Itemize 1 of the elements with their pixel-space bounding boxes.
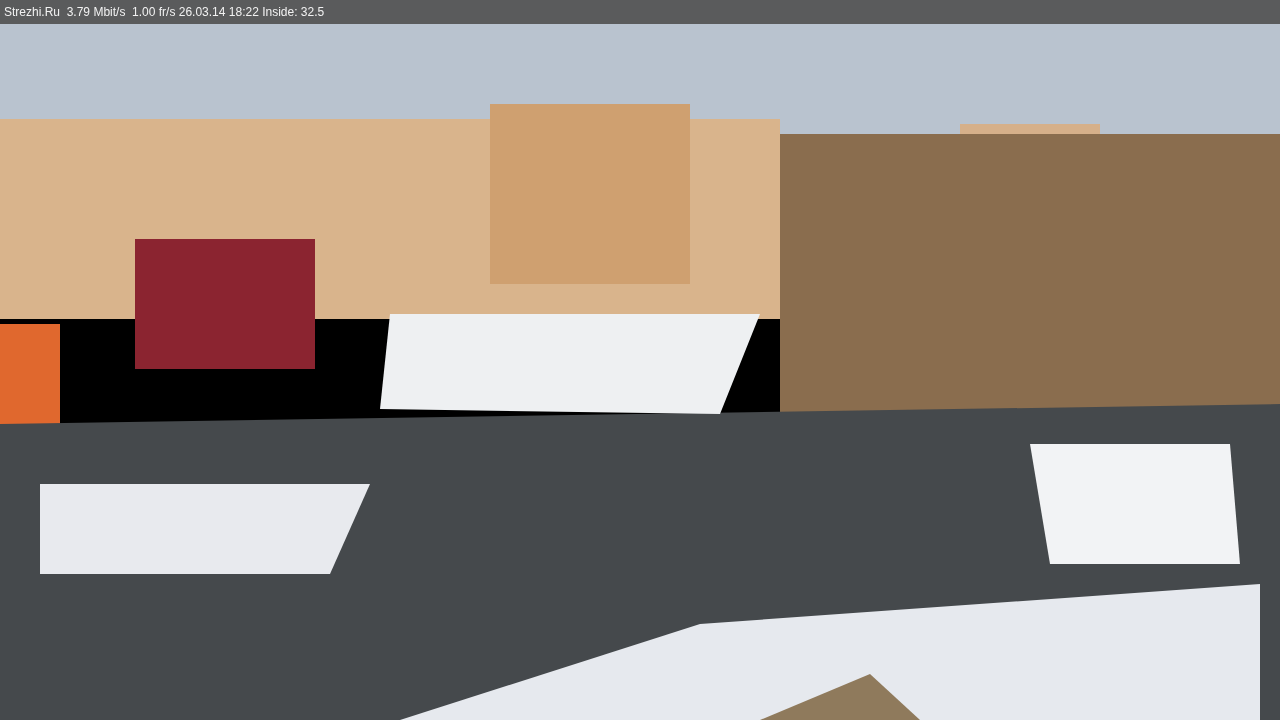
status-text: Strezhi.Ru 3.79 Mbit/s 1.00 fr/s 26.03.14 18:22 Inside: 32.5 bbox=[4, 5, 325, 19]
